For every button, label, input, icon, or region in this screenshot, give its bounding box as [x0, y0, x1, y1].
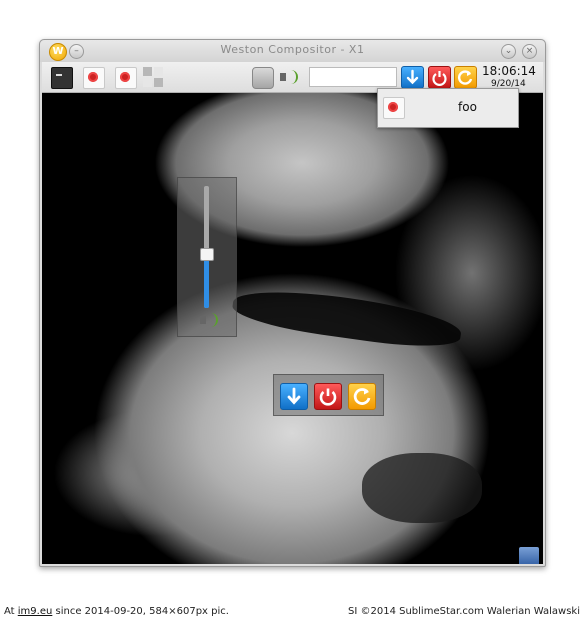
- no-entry-icon[interactable]: [115, 67, 137, 89]
- download-icon[interactable]: [401, 66, 424, 89]
- launcher-tooltip: foo: [377, 88, 519, 128]
- weston-window: W – Weston Compositor - X1 ⌄ × 18:06:14 …: [39, 39, 546, 567]
- restart-icon[interactable]: [454, 66, 477, 89]
- settings-tool-icon[interactable]: [519, 547, 539, 564]
- power-icon[interactable]: [314, 383, 342, 410]
- close-button[interactable]: ×: [522, 44, 537, 59]
- restart-icon[interactable]: [348, 383, 376, 410]
- volume-slider-track[interactable]: [204, 186, 209, 308]
- power-popup: [273, 374, 384, 416]
- workspace-grid-icon[interactable]: [143, 67, 163, 87]
- drive-icon[interactable]: [252, 67, 274, 89]
- volume-slider-thumb[interactable]: [200, 248, 214, 261]
- footer-left: At im9.eu since 2014-09-20, 584×607px pi…: [4, 606, 229, 617]
- comet-neck-shadow: [230, 282, 464, 354]
- panel-entry-field[interactable]: [309, 67, 397, 87]
- comet-surface-shadow: [362, 453, 482, 523]
- maximize-button[interactable]: ⌄: [501, 44, 516, 59]
- footer-suffix: since 2014-09-20, 584×607px pic.: [52, 606, 229, 617]
- speaker-icon: [198, 310, 218, 330]
- window-title: Weston Compositor - X1: [220, 43, 365, 56]
- no-entry-icon[interactable]: [83, 67, 105, 89]
- title-bar[interactable]: W – Weston Compositor - X1 ⌄ ×: [40, 40, 545, 62]
- tooltip-label: foo: [458, 100, 477, 114]
- footer-prefix: At: [4, 606, 18, 617]
- clock-time[interactable]: 18:06:14: [482, 64, 536, 78]
- no-entry-icon: [383, 97, 405, 119]
- download-icon[interactable]: [280, 383, 308, 410]
- footer-right: SI ©2014 SublimeStar.com Walerian Walaws…: [348, 606, 580, 617]
- footer-link[interactable]: im9.eu: [18, 606, 53, 617]
- desktop-background[interactable]: [42, 93, 543, 564]
- volume-slider-fill: [204, 253, 209, 308]
- speaker-icon[interactable]: [278, 67, 298, 87]
- volume-popup: [177, 177, 237, 337]
- power-icon[interactable]: [428, 66, 451, 89]
- terminal-icon[interactable]: [51, 67, 73, 89]
